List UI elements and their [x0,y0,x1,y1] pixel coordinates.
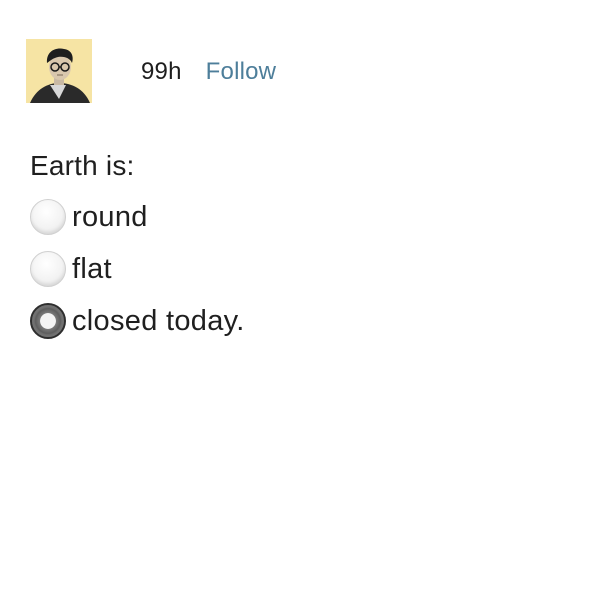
radio-checked-icon[interactable] [30,303,66,339]
poll-question: Earth is: [30,150,135,181]
username[interactable]: 99h [141,58,182,86]
poll-option-label: closed today. [72,304,245,337]
poll-option-label: flat [72,252,112,285]
avatar[interactable] [26,39,92,103]
poll-option-label: round [72,200,148,233]
post-meta: 99h Follow [141,58,276,86]
poll-option-round[interactable]: round [30,199,245,235]
radio-unchecked-icon[interactable] [30,251,66,287]
poll-option-closed-today[interactable]: closed today. [30,303,245,339]
post-header: 99h Follow [26,38,276,104]
poll-option-flat[interactable]: flat [30,251,245,287]
poll: Earth is: round flat closed today. [30,150,245,355]
avatar-portrait-icon [26,39,92,103]
post-page: 99h Follow Earth is: round flat closed t… [0,0,600,600]
radio-unchecked-icon[interactable] [30,199,66,235]
follow-button[interactable]: Follow [206,58,277,86]
